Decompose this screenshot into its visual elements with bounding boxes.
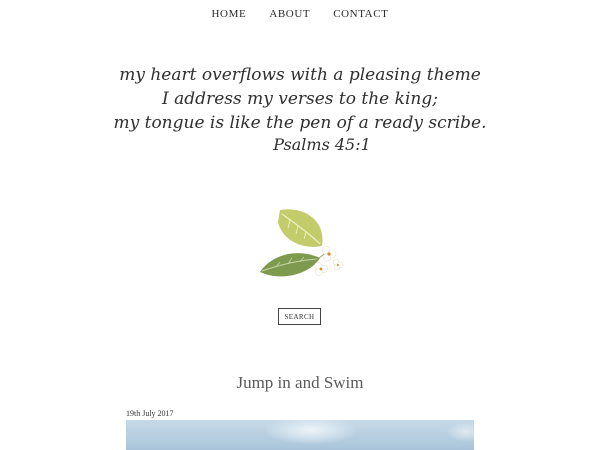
- nav-about-link[interactable]: ABOUT: [269, 8, 310, 20]
- header-verse: my heart overflows with a pleasing theme…: [90, 62, 510, 158]
- sky-cloud: [446, 422, 474, 442]
- verse-reference: Psalms 45:1: [272, 135, 371, 154]
- post-featured-image[interactable]: [126, 420, 474, 450]
- main-nav: HOME ABOUT CONTACT: [0, 8, 600, 20]
- nav-contact-link[interactable]: CONTACT: [333, 8, 388, 20]
- sky-cloud: [266, 420, 356, 444]
- post-date: 19th July 2017: [126, 409, 174, 418]
- post-title[interactable]: Jump in and Swim: [0, 373, 600, 393]
- verse-line-2: I address my verses to the king;: [161, 89, 438, 109]
- site-logo[interactable]: [252, 206, 348, 286]
- nav-home-link[interactable]: HOME: [212, 8, 247, 20]
- verse-text-art: my heart overflows with a pleasing theme…: [113, 65, 486, 154]
- leaves-flowers-icon: [260, 209, 344, 277]
- search-button[interactable]: SEARCH: [278, 308, 321, 325]
- verse-line-1: my heart overflows with a pleasing theme: [119, 65, 481, 85]
- verse-line-3: my tongue is like the pen of a ready scr…: [113, 113, 486, 133]
